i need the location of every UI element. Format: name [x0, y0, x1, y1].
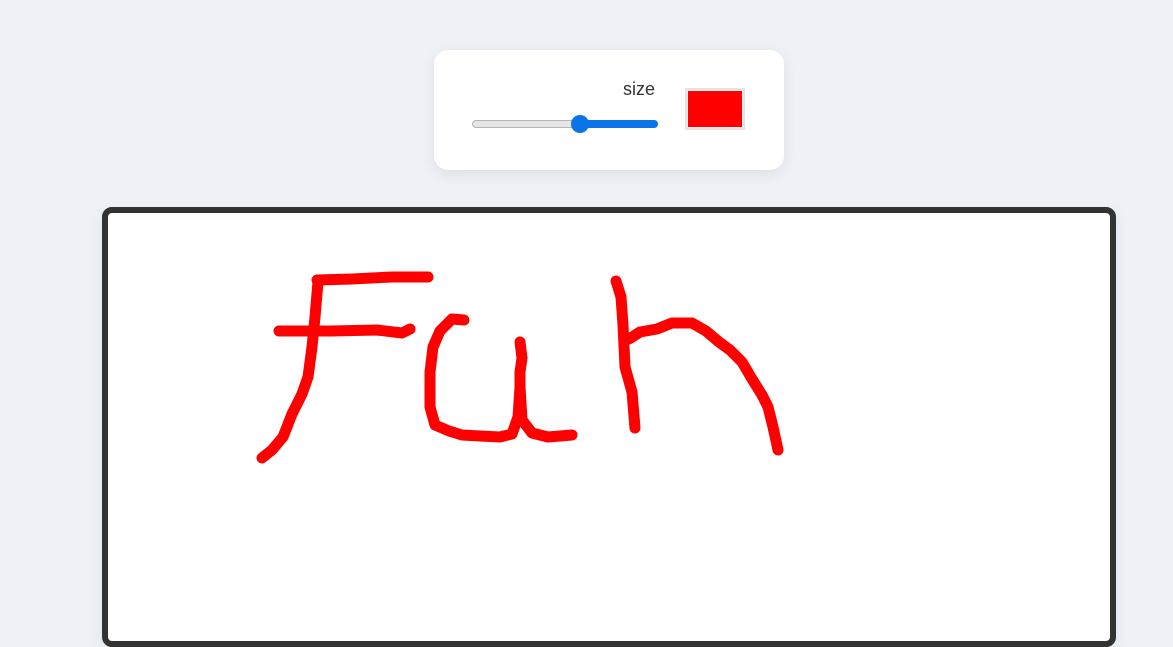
stroke-u-tail — [514, 381, 578, 443]
stroke-h-stem — [610, 275, 641, 434]
stroke-u — [424, 313, 528, 443]
stroke-h-arch — [623, 317, 784, 456]
toolbar: size — [434, 50, 784, 170]
slider-fill — [579, 120, 658, 128]
handwriting-strokes — [256, 271, 784, 464]
size-label: size — [623, 79, 656, 99]
size-slider[interactable] — [472, 115, 658, 133]
stroke-f-stem — [256, 276, 324, 464]
stroke-f-top — [311, 271, 434, 286]
slider-thumb[interactable] — [570, 115, 589, 133]
color-picker[interactable] — [685, 88, 745, 130]
stroke-f-cross — [273, 323, 416, 339]
drawing-canvas[interactable] — [102, 207, 1116, 647]
drawing-surface — [256, 271, 784, 464]
color-swatch — [688, 91, 742, 127]
